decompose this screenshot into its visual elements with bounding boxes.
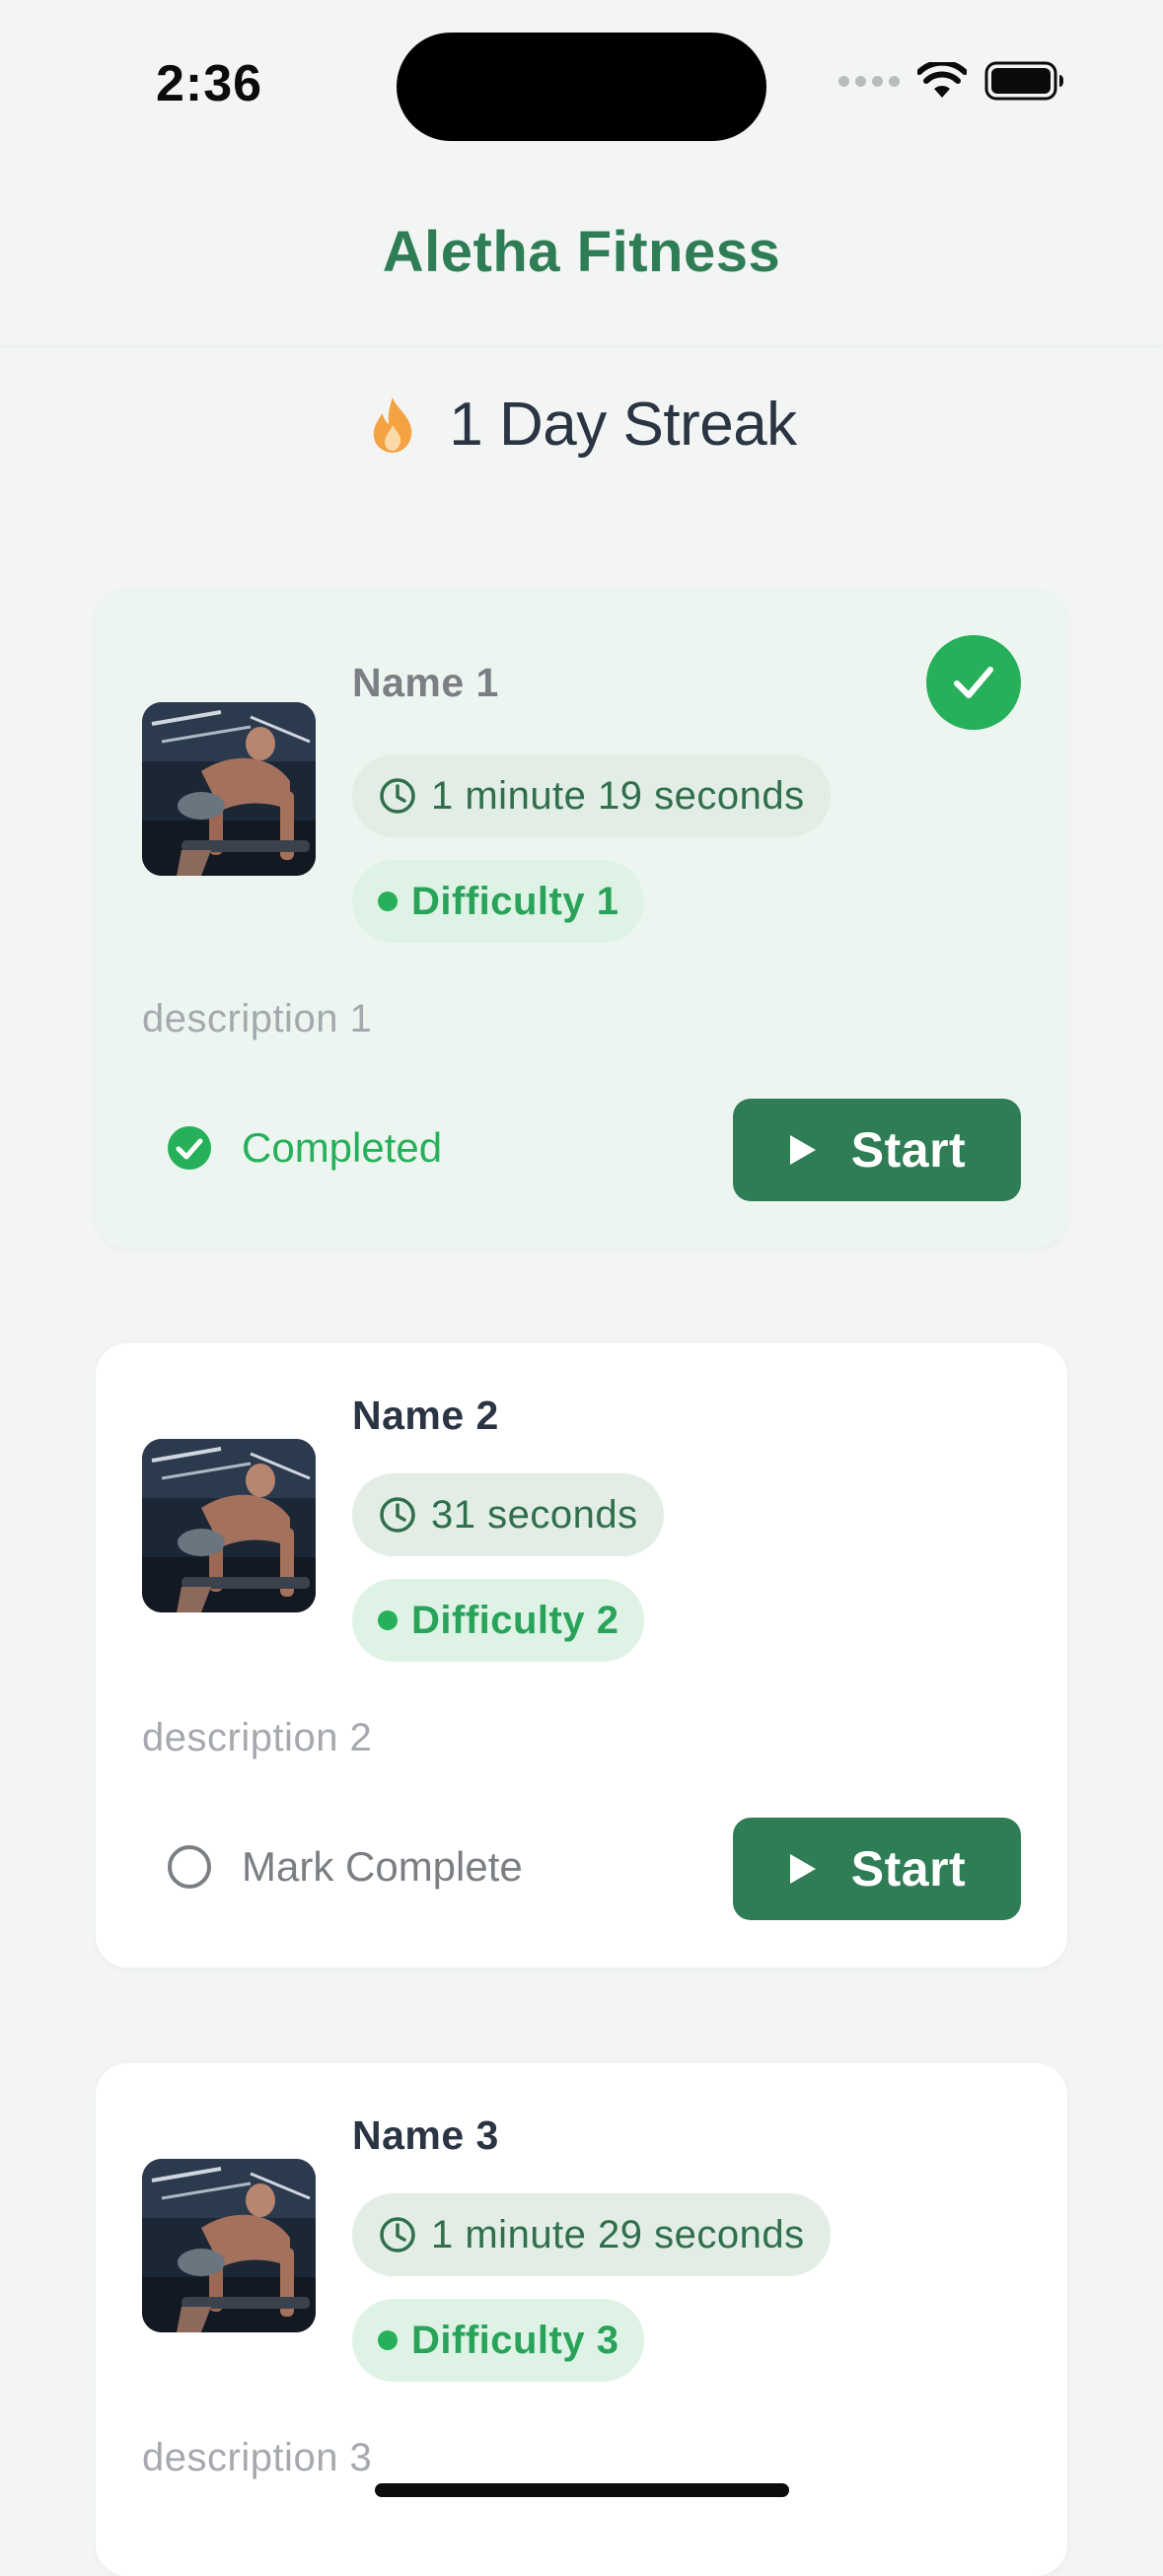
status-time: 2:36 bbox=[156, 55, 263, 112]
workout-thumbnail bbox=[142, 2159, 316, 2332]
duration-badge: 1 minute 29 seconds bbox=[352, 2193, 831, 2276]
workout-thumbnail bbox=[142, 702, 316, 876]
duration-text: 1 minute 29 seconds bbox=[431, 2212, 805, 2256]
duration-text: 1 minute 19 seconds bbox=[431, 773, 805, 818]
workout-name: Name 3 bbox=[352, 2112, 499, 2158]
workout-description: description 2 bbox=[142, 1716, 373, 1759]
workout-card[interactable]: Name 2 31 seconds Difficulty 2 descripti… bbox=[96, 1343, 1067, 1968]
cellular-signal-icon bbox=[838, 75, 900, 87]
workout-name: Name 1 bbox=[352, 660, 499, 705]
difficulty-dot-icon bbox=[378, 2330, 398, 2350]
start-button[interactable]: Start bbox=[733, 1099, 1021, 1201]
workout-name: Name 2 bbox=[352, 1393, 499, 1438]
workout-image bbox=[142, 2159, 316, 2332]
duration-text: 31 seconds bbox=[431, 1492, 638, 1537]
home-indicator[interactable] bbox=[375, 2483, 789, 2497]
workout-card[interactable]: Name 1 1 minute 19 seconds Difficulty 1 … bbox=[96, 589, 1067, 1248]
difficulty-dot-icon bbox=[378, 1610, 398, 1630]
dynamic-island bbox=[397, 33, 766, 141]
duration-badge: 1 minute 19 seconds bbox=[352, 754, 831, 837]
streak-indicator: 1 Day Streak bbox=[0, 390, 1163, 460]
duration-badge: 31 seconds bbox=[352, 1473, 664, 1556]
workout-card[interactable]: Name 3 1 minute 29 seconds Difficulty 3 … bbox=[96, 2063, 1067, 2576]
mark-complete-label: Mark Complete bbox=[242, 1843, 523, 1890]
workout-description: description 3 bbox=[142, 2436, 373, 2479]
workout-thumbnail bbox=[142, 1439, 316, 1612]
workout-image bbox=[142, 1439, 316, 1612]
mark-complete-toggle[interactable]: Mark Complete bbox=[167, 1843, 523, 1891]
wifi-icon bbox=[917, 62, 967, 98]
completed-toggle[interactable]: Completed bbox=[167, 1124, 442, 1172]
status-icons bbox=[838, 61, 1065, 101]
start-label: Start bbox=[850, 1841, 967, 1896]
workout-image bbox=[142, 702, 316, 876]
clock-icon bbox=[380, 778, 415, 814]
app-title: Aletha Fitness bbox=[382, 220, 781, 284]
check-circle-icon bbox=[168, 1126, 211, 1170]
difficulty-text: Difficulty 1 bbox=[411, 879, 619, 923]
app-header: Aletha Fitness bbox=[0, 168, 1163, 345]
difficulty-badge: Difficulty 3 bbox=[352, 2299, 645, 2382]
clock-icon bbox=[380, 2217, 415, 2253]
play-icon bbox=[789, 1854, 816, 1884]
status-bar: 2:36 bbox=[0, 0, 1163, 168]
completed-check-icon bbox=[926, 635, 1021, 730]
play-icon bbox=[789, 1135, 816, 1165]
clock-icon bbox=[380, 1497, 415, 1533]
empty-circle-icon bbox=[168, 1845, 211, 1889]
difficulty-text: Difficulty 3 bbox=[411, 2318, 619, 2362]
start-label: Start bbox=[850, 1122, 967, 1178]
start-button[interactable]: Start bbox=[733, 1818, 1021, 1920]
streak-text: 1 Day Streak bbox=[449, 391, 797, 459]
flame-icon bbox=[374, 396, 412, 453]
workout-description: description 1 bbox=[142, 997, 373, 1040]
difficulty-badge: Difficulty 2 bbox=[352, 1579, 645, 1662]
completed-label: Completed bbox=[242, 1124, 443, 1171]
difficulty-text: Difficulty 2 bbox=[411, 1598, 619, 1642]
difficulty-badge: Difficulty 1 bbox=[352, 860, 645, 943]
battery-icon bbox=[984, 61, 1063, 101]
difficulty-dot-icon bbox=[378, 892, 398, 911]
